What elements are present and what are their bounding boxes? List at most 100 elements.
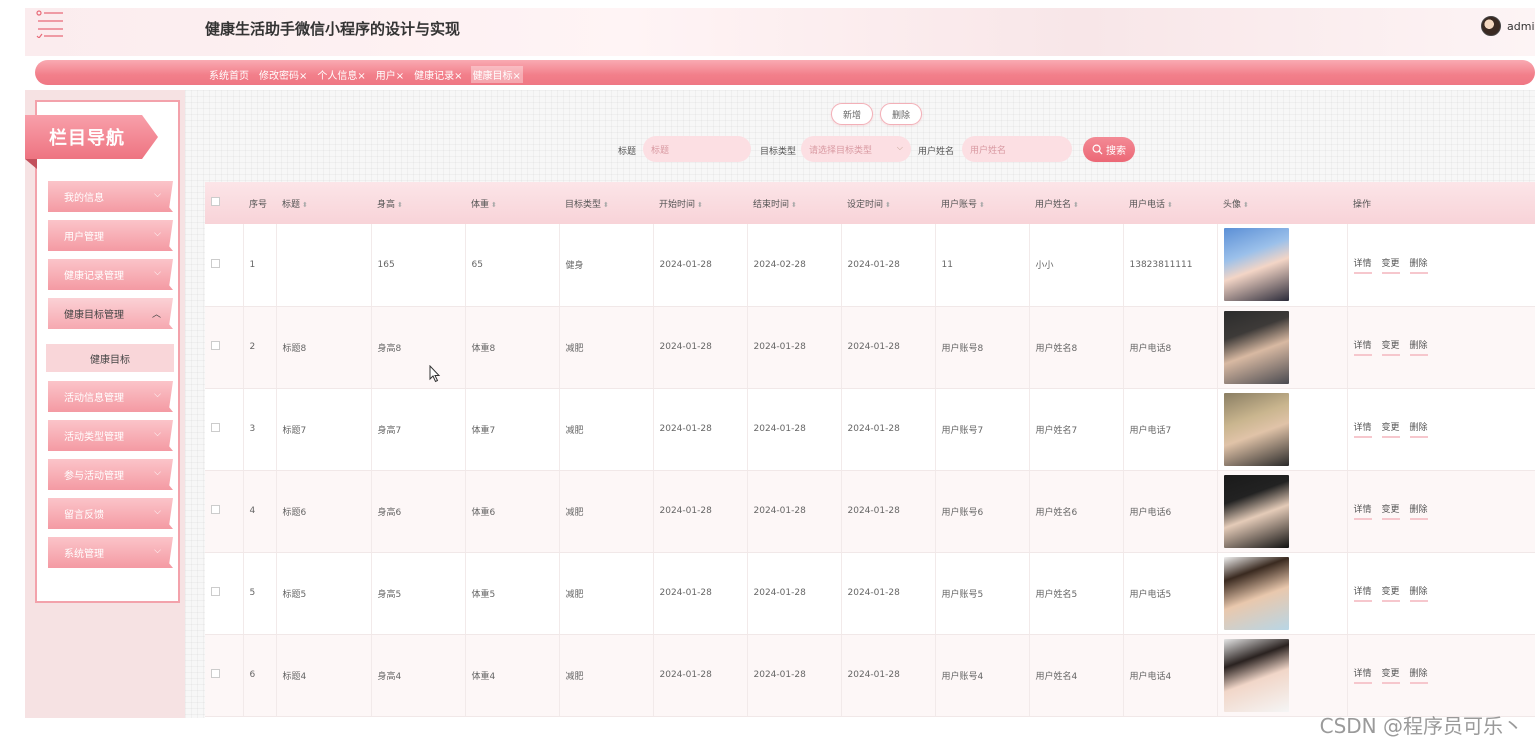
sidebar-item-health-record-management[interactable]: 健康记录管理 ⌵ bbox=[48, 259, 173, 290]
sidebar-item-feedback[interactable]: 留言反馈 ⌵ bbox=[48, 498, 173, 529]
avatar-photo[interactable] bbox=[1223, 392, 1289, 466]
edit-button[interactable]: 变更 bbox=[1381, 338, 1400, 356]
height-cell: 身高5 bbox=[371, 552, 466, 635]
menu-list-icon[interactable] bbox=[35, 10, 67, 39]
sidebar-item-activity-type-management[interactable]: 活动类型管理 ⌵ bbox=[48, 420, 173, 451]
row-checkbox[interactable] bbox=[211, 423, 220, 432]
weight-cell: 65 bbox=[465, 224, 560, 307]
avatar-photo[interactable] bbox=[1223, 474, 1289, 548]
tab-bar: 系统首页 修改密码× 个人信息× 用户× 健康记录× 健康目标× bbox=[35, 60, 1535, 85]
col-header-set-time[interactable]: 设定时间 ⬍ bbox=[841, 182, 935, 224]
username-search-input[interactable]: 用户姓名 bbox=[962, 136, 1072, 162]
row-checkbox[interactable] bbox=[211, 505, 220, 514]
tab-health-goal[interactable]: 健康目标× bbox=[470, 66, 523, 83]
chevron-down-icon: ⌵ bbox=[154, 390, 161, 400]
add-button[interactable]: 新增 bbox=[831, 103, 873, 125]
delete-row-button[interactable]: 删除 bbox=[1409, 256, 1428, 274]
sidebar-item-user-management[interactable]: 用户管理 ⌵ bbox=[48, 220, 173, 251]
edit-button[interactable]: 变更 bbox=[1381, 256, 1400, 274]
checkbox-cell bbox=[205, 224, 244, 307]
col-header-weight[interactable]: 体重 ⬍ bbox=[465, 182, 559, 224]
sidebar-item-label: 活动类型管理 bbox=[64, 432, 124, 443]
sort-icon: ⬍ bbox=[885, 200, 891, 209]
col-header-phone[interactable]: 用户电话 ⬍ bbox=[1123, 182, 1217, 224]
sort-icon: ⬍ bbox=[603, 200, 609, 209]
detail-button[interactable]: 详情 bbox=[1353, 584, 1372, 602]
edit-button[interactable]: 变更 bbox=[1381, 420, 1400, 438]
index-cell: 6 bbox=[243, 634, 277, 717]
detail-button[interactable]: 详情 bbox=[1353, 502, 1372, 520]
sidebar-item-activity-info-management[interactable]: 活动信息管理 ⌵ bbox=[48, 381, 173, 412]
delete-row-button[interactable]: 删除 bbox=[1409, 584, 1428, 602]
detail-button[interactable]: 详情 bbox=[1353, 420, 1372, 438]
weight-cell: 体重5 bbox=[465, 552, 560, 635]
col-header-end-time[interactable]: 结束时间 ⬍ bbox=[747, 182, 841, 224]
username-cell: 用户姓名4 bbox=[1029, 634, 1124, 717]
avatar-photo[interactable] bbox=[1223, 638, 1289, 712]
delete-row-button[interactable]: 删除 bbox=[1409, 666, 1428, 684]
avatar-photo[interactable] bbox=[1223, 310, 1289, 384]
avatar-cell bbox=[1217, 470, 1348, 553]
tab-home[interactable]: 系统首页 bbox=[207, 66, 251, 83]
col-header-title[interactable]: 标题 ⬍ bbox=[276, 182, 371, 224]
edit-button[interactable]: 变更 bbox=[1381, 666, 1400, 684]
row-checkbox[interactable] bbox=[211, 341, 220, 350]
goal-type-cell: 减肥 bbox=[559, 306, 654, 389]
goal-type-filter-label: 目标类型 bbox=[760, 147, 797, 157]
row-checkbox[interactable] bbox=[211, 258, 220, 268]
title-search-input[interactable]: 标题 bbox=[643, 136, 751, 162]
sort-icon: ⬍ bbox=[979, 200, 985, 209]
sidebar-item-system-management[interactable]: 系统管理 ⌵ bbox=[48, 537, 173, 568]
sidebar-item-participation-management[interactable]: 参与活动管理 ⌵ bbox=[48, 459, 173, 490]
table-row: 5 标题5 身高5 体重5 减肥 2024-01-28 2024-01-28 2024-01-… bbox=[205, 552, 1535, 635]
tab-health-record[interactable]: 健康记录× bbox=[412, 66, 464, 83]
sidebar-title: 栏目导航 bbox=[25, 115, 158, 159]
row-checkbox[interactable] bbox=[211, 669, 220, 678]
sort-icon: ⬍ bbox=[302, 200, 308, 209]
title-cell: 标题4 bbox=[276, 634, 372, 717]
tab-personal-info[interactable]: 个人信息× bbox=[315, 66, 367, 83]
title-cell: 标题8 bbox=[276, 306, 372, 389]
title-cell: 标题5 bbox=[276, 552, 372, 635]
delete-row-button[interactable]: 删除 bbox=[1409, 502, 1428, 520]
select-all-checkbox[interactable] bbox=[211, 197, 220, 206]
sidebar-item-label: 健康目标管理 bbox=[64, 310, 124, 321]
delete-row-button[interactable]: 删除 bbox=[1409, 338, 1428, 356]
delete-button[interactable]: 删除 bbox=[880, 103, 922, 125]
avatar[interactable] bbox=[1481, 16, 1501, 36]
weight-cell: 体重8 bbox=[465, 306, 560, 389]
row-checkbox[interactable] bbox=[211, 587, 220, 596]
sidebar-subitem-health-goal[interactable]: 健康目标 bbox=[46, 344, 174, 372]
tab-change-password[interactable]: 修改密码× bbox=[257, 66, 309, 83]
search-button[interactable]: 搜索 bbox=[1083, 137, 1135, 162]
col-header-avatar[interactable]: 头像 ⬍ bbox=[1217, 182, 1347, 224]
index-cell: 2 bbox=[243, 306, 277, 389]
avatar-cell bbox=[1217, 306, 1348, 389]
detail-button[interactable]: 详情 bbox=[1353, 256, 1372, 274]
delete-row-button[interactable]: 删除 bbox=[1409, 420, 1428, 438]
sidebar-item-my-info[interactable]: 我的信息 ⌵ bbox=[48, 181, 173, 212]
search-button-label: 搜索 bbox=[1106, 146, 1126, 157]
avatar-photo[interactable] bbox=[1223, 556, 1289, 630]
col-header-account[interactable]: 用户账号 ⬍ bbox=[935, 182, 1029, 224]
sort-icon: ⬍ bbox=[791, 200, 797, 209]
col-header-height[interactable]: 身高 ⬍ bbox=[371, 182, 465, 224]
edit-button[interactable]: 变更 bbox=[1381, 502, 1400, 520]
sidebar-item-health-goal-management[interactable]: 健康目标管理 ︿ bbox=[48, 298, 173, 329]
detail-button[interactable]: 详情 bbox=[1353, 338, 1372, 356]
mouse-cursor-icon bbox=[429, 365, 441, 383]
user-name[interactable]: admin bbox=[1507, 20, 1535, 33]
detail-button[interactable]: 详情 bbox=[1353, 666, 1372, 684]
title-cell: 标题6 bbox=[276, 470, 372, 553]
start-time-cell: 2024-01-28 bbox=[653, 552, 748, 635]
user-menu[interactable]: admin bbox=[1481, 16, 1535, 36]
goal-type-cell: 减肥 bbox=[559, 634, 654, 717]
edit-button[interactable]: 变更 bbox=[1381, 584, 1400, 602]
col-header-goal-type[interactable]: 目标类型 ⬍ bbox=[559, 182, 653, 224]
end-time-cell: 2024-01-28 bbox=[747, 634, 842, 717]
col-header-username[interactable]: 用户姓名 ⬍ bbox=[1029, 182, 1123, 224]
tab-user[interactable]: 用户× bbox=[374, 66, 406, 83]
avatar-photo[interactable] bbox=[1223, 228, 1289, 302]
col-header-start-time[interactable]: 开始时间 ⬍ bbox=[653, 182, 747, 224]
goal-type-select[interactable]: 请选择目标类型 ⌵ bbox=[801, 136, 911, 162]
